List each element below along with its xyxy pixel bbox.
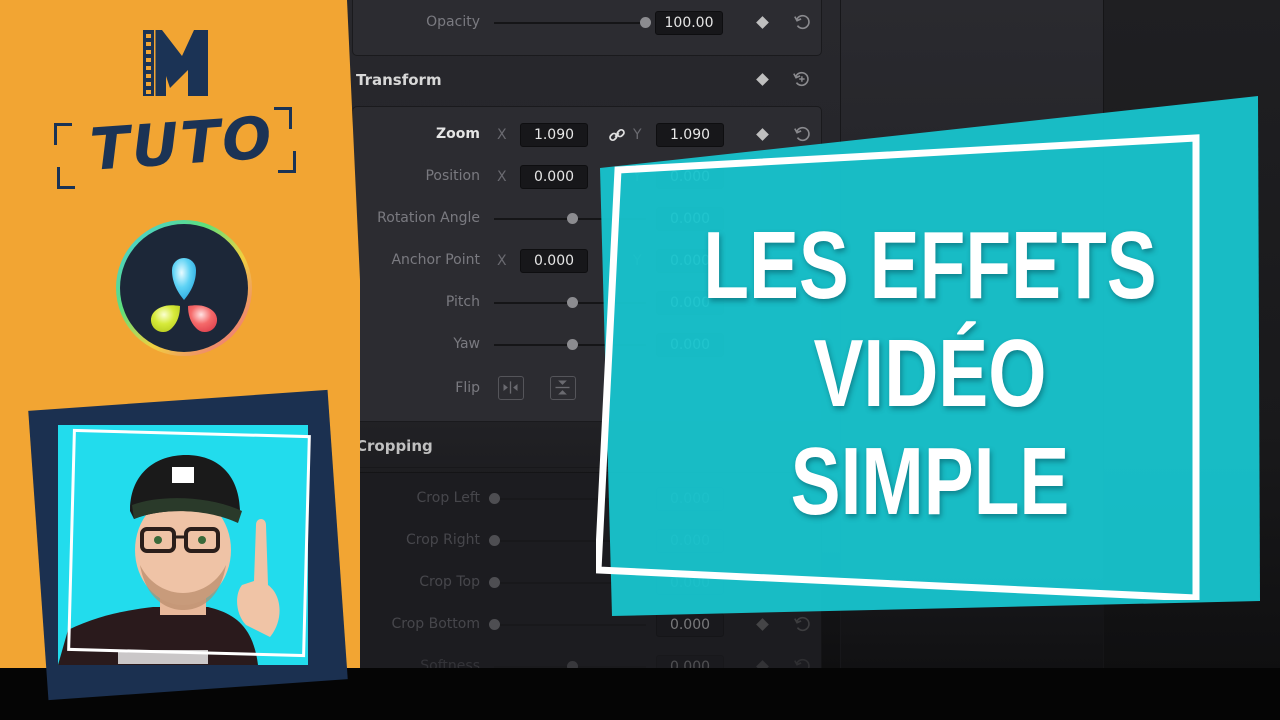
title-line-2: VIDÉO xyxy=(813,320,1047,427)
rotation-angle-label: Rotation Angle xyxy=(377,210,480,226)
crop-left-slider-thumb[interactable] xyxy=(489,493,500,504)
flip-vertical-button[interactable] xyxy=(550,376,576,400)
position-x-axis-label: X xyxy=(497,169,507,185)
title-line-3: SIMPLE xyxy=(790,428,1070,535)
crop-bottom-label: Crop Bottom xyxy=(391,616,480,632)
crop-left-label: Crop Left xyxy=(416,490,480,506)
opacity-row: Opacity 100.00 xyxy=(340,8,840,38)
davinci-resolve-logo-icon xyxy=(116,220,252,356)
opacity-slider-thumb[interactable] xyxy=(640,17,651,28)
crop-right-label: Crop Right xyxy=(406,532,480,548)
flip-horizontal-icon xyxy=(503,381,518,394)
keyframe-diamond-icon[interactable] xyxy=(756,618,769,631)
crop-top-slider-thumb[interactable] xyxy=(489,577,500,588)
reset-add-icon[interactable] xyxy=(792,70,810,88)
anchor-point-label: Anchor Point xyxy=(391,252,480,268)
crop-bottom-slider[interactable] xyxy=(494,624,646,626)
zoom-x-field[interactable]: 1.090 xyxy=(520,123,588,147)
tuto-badge-text: TUTO xyxy=(87,103,276,184)
corner-bracket-icon xyxy=(54,123,72,145)
crop-top-label: Crop Top xyxy=(419,574,480,590)
crop-bottom-row: Crop Bottom 0.000 xyxy=(340,610,840,640)
position-x-field[interactable]: 0.000 xyxy=(520,165,588,189)
flip-label: Flip xyxy=(455,380,480,396)
flip-vertical-icon xyxy=(555,380,570,395)
zoom-label: Zoom xyxy=(436,126,480,142)
yaw-label: Yaw xyxy=(453,336,480,352)
keyframe-diamond-icon[interactable] xyxy=(756,16,769,29)
corner-bracket-icon xyxy=(57,167,75,189)
pitch-slider-thumb[interactable] xyxy=(567,297,578,308)
flip-horizontal-button[interactable] xyxy=(498,376,524,400)
anchor-x-axis-label: X xyxy=(497,253,507,269)
keyframe-diamond-icon[interactable] xyxy=(756,73,769,86)
crop-right-slider-thumb[interactable] xyxy=(489,535,500,546)
reset-icon[interactable] xyxy=(793,615,811,633)
opacity-value-field[interactable]: 100.00 xyxy=(655,11,723,35)
cropping-header-label: Cropping xyxy=(356,436,433,455)
yaw-slider-thumb[interactable] xyxy=(567,339,578,350)
film-strip-m-logo-icon xyxy=(143,30,208,96)
transform-section-header[interactable]: Transform xyxy=(340,58,840,102)
reset-icon[interactable] xyxy=(793,13,811,31)
transform-header-label: Transform xyxy=(356,71,442,89)
crop-bottom-field[interactable]: 0.000 xyxy=(656,613,724,637)
opacity-slider[interactable] xyxy=(494,22,646,24)
position-label: Position xyxy=(425,168,480,184)
title-line-1: LES EFFETS xyxy=(703,212,1157,319)
rotation-angle-slider-thumb[interactable] xyxy=(567,213,578,224)
opacity-label: Opacity xyxy=(426,14,480,30)
pitch-label: Pitch xyxy=(445,294,480,310)
zoom-x-axis-label: X xyxy=(497,127,507,143)
crop-bottom-slider-thumb[interactable] xyxy=(489,619,500,630)
anchor-x-field[interactable]: 0.000 xyxy=(520,249,588,273)
tuto-badge: TUTO xyxy=(52,103,302,190)
photo-white-frame xyxy=(67,428,311,658)
